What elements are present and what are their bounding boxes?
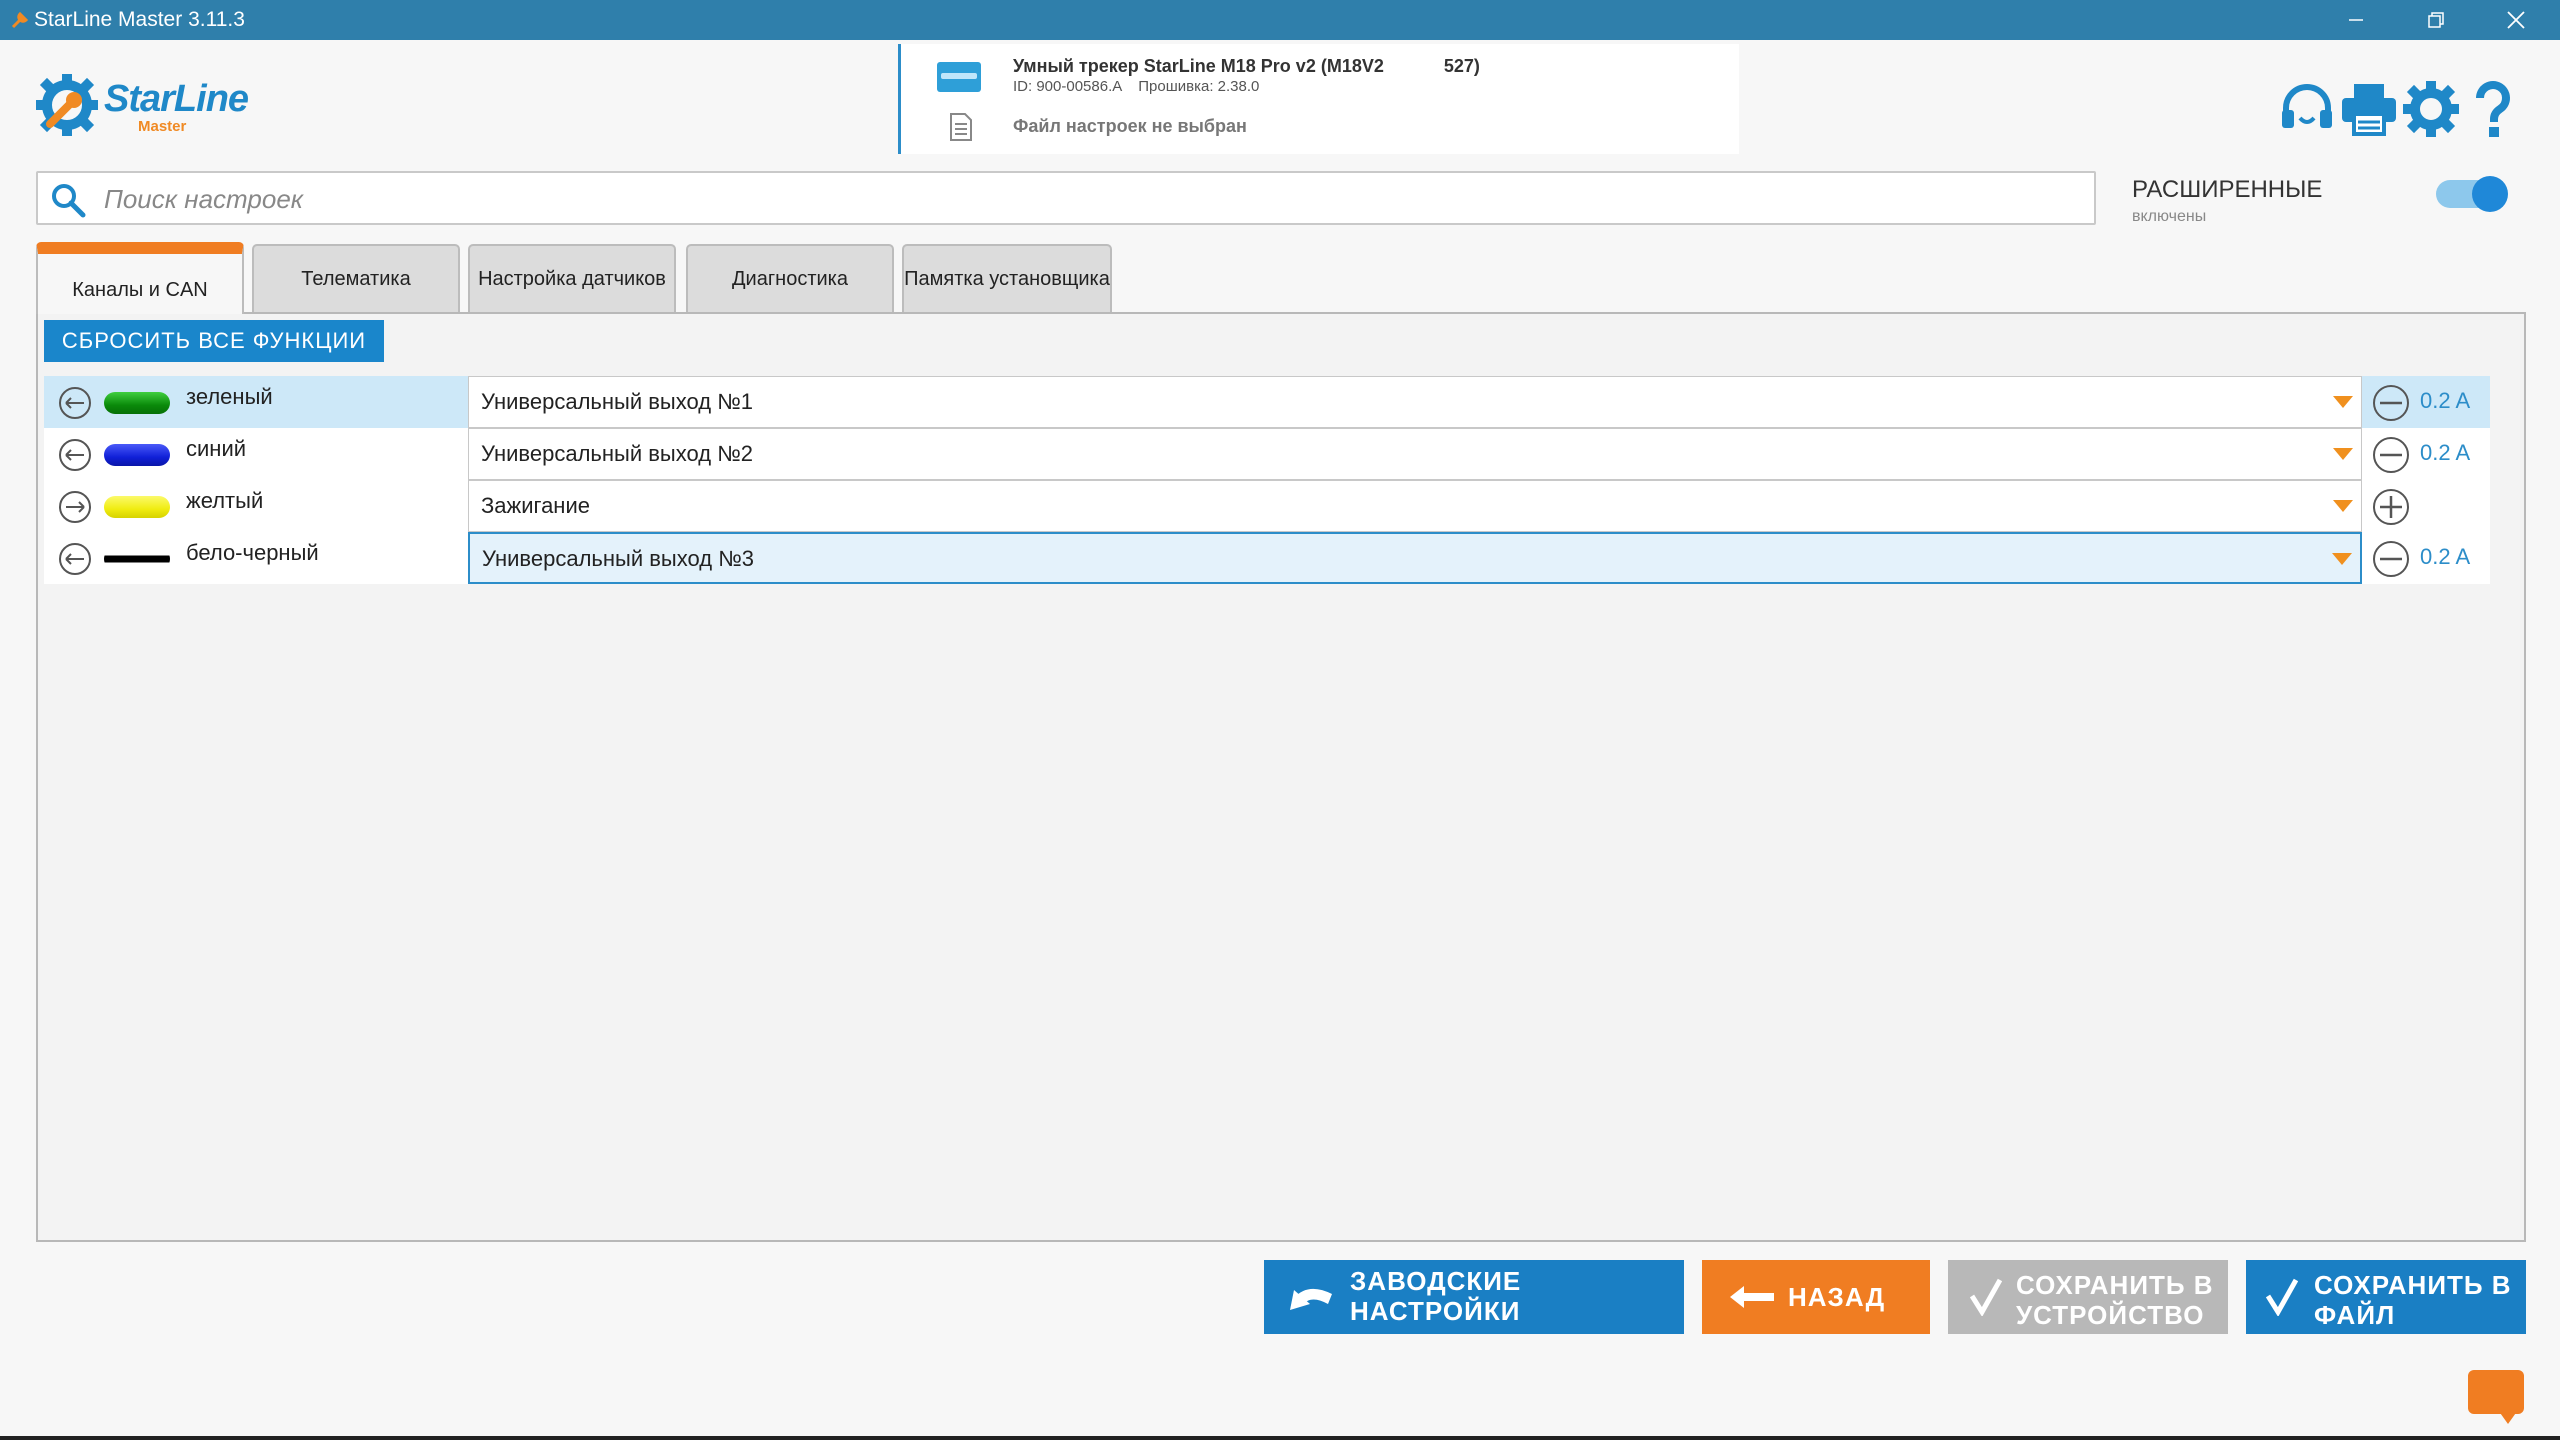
dropdown-arrow-icon [2332, 553, 2352, 565]
taskbar-edge [0, 1436, 2560, 1440]
save-to-device-label: СОХРАНИТЬ В УСТРОЙСТВО [2016, 1270, 2214, 1330]
device-info-card: Умный трекер StarLine M18 Pro v2 (M18V2 … [898, 44, 1739, 154]
wire-name: желтый [186, 488, 264, 513]
checkmark-icon [2266, 1278, 2298, 1316]
channel-row[interactable]: желтый Зажигание [44, 480, 2490, 532]
search-icon [52, 184, 86, 218]
help-icon[interactable] [2464, 80, 2522, 138]
gear-wrench-logo-icon [36, 74, 98, 136]
minus-circle-icon[interactable] [2372, 384, 2410, 422]
current-cell [2362, 480, 2490, 532]
tab-diagnostics[interactable]: Диагностика [686, 244, 894, 312]
current-value: 0.2 A [2420, 440, 2471, 465]
device-icon [937, 62, 981, 92]
minimize-icon [2349, 19, 2363, 21]
wire-color-swatch [104, 548, 170, 570]
wire-cell: желтый [44, 480, 468, 532]
toggle-knob [2472, 176, 2508, 212]
checkmark-icon [1970, 1278, 2002, 1316]
advanced-toggle[interactable] [2436, 176, 2508, 212]
close-icon [2507, 11, 2525, 29]
device-firmware: Прошивка: 2.38.0 [1138, 78, 1260, 95]
dropdown-arrow-icon [2333, 396, 2353, 408]
current-value: 0.2 A [2420, 388, 2471, 413]
factory-settings-button[interactable]: ЗАВОДСКИЕ НАСТРОЙКИ [1264, 1260, 1684, 1334]
close-button[interactable] [2476, 0, 2556, 40]
function-select[interactable]: Зажигание [468, 480, 2362, 532]
wire-cell: зеленый [44, 376, 468, 428]
dropdown-arrow-icon [2333, 448, 2353, 460]
tab-channels-can[interactable]: Каналы и CAN [36, 242, 244, 314]
restore-icon [2428, 12, 2444, 28]
tab-installer-memo[interactable]: Памятка установщика [902, 244, 1112, 312]
channel-row[interactable]: зеленый Универсальный выход №1 0.2 A [44, 376, 2490, 428]
save-to-file-button[interactable]: СОХРАНИТЬ В ФАЙЛ [2246, 1260, 2526, 1334]
current-cell: 0.2 A [2362, 376, 2490, 428]
current-value: 0.2 A [2420, 544, 2471, 569]
save-to-file-label: СОХРАНИТЬ В ФАЙЛ [2314, 1270, 2512, 1330]
output-direction-icon[interactable] [58, 438, 92, 472]
device-id: ID: 900-00586.A [1013, 78, 1123, 95]
app-wrench-icon [11, 11, 29, 29]
advanced-status: включены [2132, 208, 2207, 225]
back-label: НАЗАД [1788, 1282, 1886, 1312]
gear-icon[interactable] [2402, 80, 2460, 138]
wire-color-swatch [104, 444, 170, 466]
current-cell: 0.2 A [2362, 428, 2490, 480]
wire-cell: бело-черный [44, 532, 468, 584]
output-direction-icon[interactable] [58, 542, 92, 576]
arrow-left-icon [1730, 1286, 1774, 1308]
dropdown-arrow-icon [2333, 500, 2353, 512]
output-direction-icon[interactable] [58, 386, 92, 420]
undo-arrow-icon [1290, 1288, 1332, 1310]
plus-circle-icon[interactable] [2372, 488, 2410, 526]
tab-sensor-settings[interactable]: Настройка датчиков [468, 244, 676, 312]
search-input[interactable] [102, 179, 2086, 219]
function-value: Зажигание [481, 493, 590, 518]
function-select[interactable]: Универсальный выход №3 [468, 532, 2362, 584]
save-to-device-button[interactable]: СОХРАНИТЬ В УСТРОЙСТВО [1948, 1260, 2228, 1334]
file-icon [950, 113, 972, 141]
wire-name: зеленый [186, 384, 273, 409]
starline-logo: StarLine Master [36, 72, 266, 138]
wire-color-swatch [104, 392, 170, 414]
channel-row[interactable]: бело-черный Универсальный выход №3 0.2 A [44, 532, 2490, 584]
minimize-button[interactable] [2316, 0, 2396, 40]
wire-color-swatch [104, 496, 170, 518]
device-name: Умный трекер StarLine M18 Pro v2 (M18V2 … [1013, 56, 1480, 76]
advanced-title: РАСШИРЕННЫЕ [2132, 176, 2323, 203]
logo-wordmark: StarLine [104, 78, 249, 120]
minus-circle-icon[interactable] [2372, 436, 2410, 474]
chat-icon[interactable] [2468, 1370, 2524, 1424]
wire-name: синий [186, 436, 247, 461]
back-button[interactable]: НАЗАД [1702, 1260, 1930, 1334]
factory-settings-label: ЗАВОДСКИЕ НАСТРОЙКИ [1350, 1266, 1522, 1326]
channel-row[interactable]: синий Универсальный выход №2 0.2 A [44, 428, 2490, 480]
function-value: Универсальный выход №2 [481, 441, 754, 466]
input-direction-icon[interactable] [58, 490, 92, 524]
tab-telematics[interactable]: Телематика [252, 244, 460, 312]
function-select[interactable]: Универсальный выход №1 [468, 376, 2362, 428]
function-value: Универсальный выход №1 [481, 389, 754, 414]
title-bar: StarLine Master 3.11.3 [0, 0, 2560, 40]
printer-icon[interactable] [2340, 80, 2398, 138]
reset-all-functions-button[interactable]: СБРОСИТЬ ВСЕ ФУНКЦИИ [44, 320, 384, 362]
search-box[interactable] [36, 171, 2096, 225]
wire-name: бело-черный [186, 540, 319, 565]
window-title: StarLine Master 3.11.3 [34, 8, 245, 31]
current-cell: 0.2 A [2362, 532, 2490, 584]
logo-subtitle: Master [138, 118, 187, 135]
device-meta: ID: 900-00586.A Прошивка: 2.38.0 [1013, 78, 1259, 95]
headset-icon[interactable] [2278, 80, 2336, 138]
function-value: Универсальный выход №3 [482, 546, 755, 571]
wire-cell: синий [44, 428, 468, 480]
function-select[interactable]: Универсальный выход №2 [468, 428, 2362, 480]
minus-circle-icon[interactable] [2372, 540, 2410, 578]
restore-button[interactable] [2396, 0, 2476, 40]
settings-file-status: Файл настроек не выбран [1013, 116, 1247, 136]
